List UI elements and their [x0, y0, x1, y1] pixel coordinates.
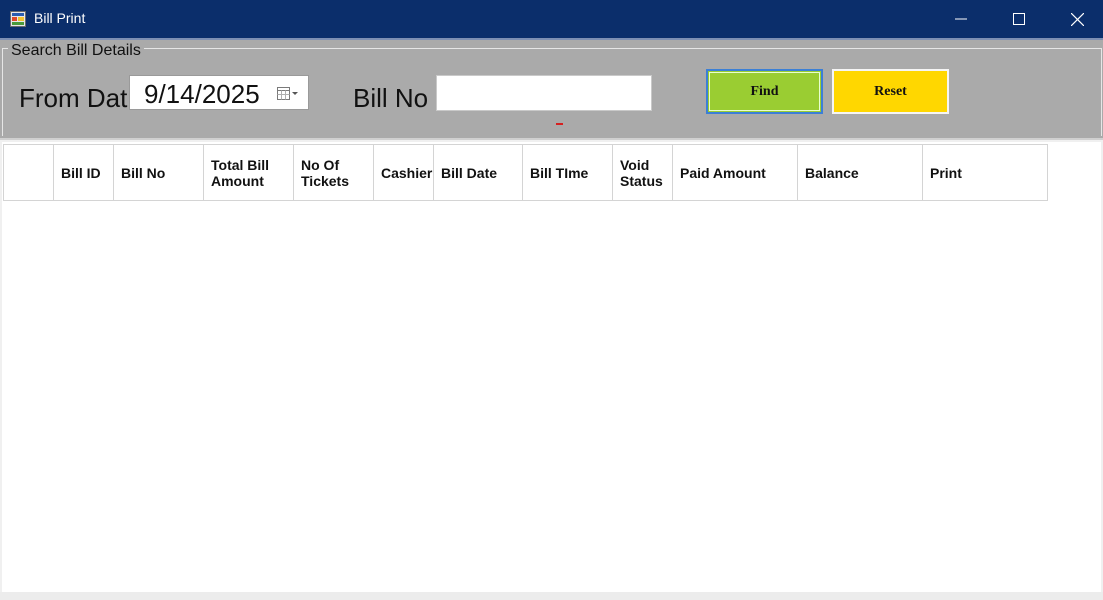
- column-header-cashier[interactable]: Cashier: [373, 144, 434, 201]
- groupbox-border-left: [2, 48, 4, 136]
- maximize-icon: [1013, 13, 1025, 25]
- title-bar: Bill Print: [0, 0, 1103, 38]
- column-header-paid-amount[interactable]: Paid Amount: [672, 144, 798, 201]
- column-header-bill-id[interactable]: Bill ID: [53, 144, 114, 201]
- column-header-balance[interactable]: Balance: [797, 144, 923, 201]
- bill-no-input[interactable]: [436, 75, 652, 111]
- minimize-icon: [955, 18, 967, 20]
- column-header-bill-date[interactable]: Bill Date: [433, 144, 523, 201]
- from-date-label: From Dat: [19, 83, 128, 113]
- close-icon: [1070, 12, 1084, 26]
- groupbox-border: [2, 48, 1101, 50]
- column-header-no-of-tickets[interactable]: No Of Tickets: [293, 144, 374, 201]
- reset-button[interactable]: Reset: [832, 69, 949, 114]
- row-header-cell[interactable]: [3, 144, 54, 201]
- window-title: Bill Print: [34, 10, 86, 26]
- find-button[interactable]: Find: [706, 69, 823, 114]
- column-header-total-bill-amount[interactable]: Total Bill Amount: [203, 144, 294, 201]
- bill-data-grid[interactable]: Bill ID Bill No Total Bill Amount No Of …: [3, 144, 1048, 201]
- app-window-icon[interactable]: [10, 11, 26, 27]
- column-header-bill-no[interactable]: Bill No: [113, 144, 204, 201]
- window-bottom-edge: [0, 592, 1103, 600]
- maximize-button[interactable]: [990, 0, 1048, 38]
- bill-grid-area: [2, 142, 1101, 592]
- from-date-value: 9/14/2025: [144, 79, 260, 109]
- bill-no-label: Bill No: [353, 83, 429, 113]
- column-header-void-status[interactable]: Void Status: [612, 144, 673, 201]
- column-header-print[interactable]: Print: [922, 144, 1048, 201]
- from-date-picker[interactable]: 9/14/2025: [129, 75, 309, 110]
- grid-header-row: Bill ID Bill No Total Bill Amount No Of …: [3, 144, 1048, 201]
- calendar-dropdown-icon[interactable]: [277, 86, 299, 102]
- close-button[interactable]: [1048, 0, 1103, 38]
- search-group-title: Search Bill Details: [8, 42, 144, 60]
- column-header-bill-time[interactable]: Bill TIme: [522, 144, 613, 201]
- error-indicator: [556, 123, 563, 125]
- minimize-button[interactable]: [932, 0, 990, 38]
